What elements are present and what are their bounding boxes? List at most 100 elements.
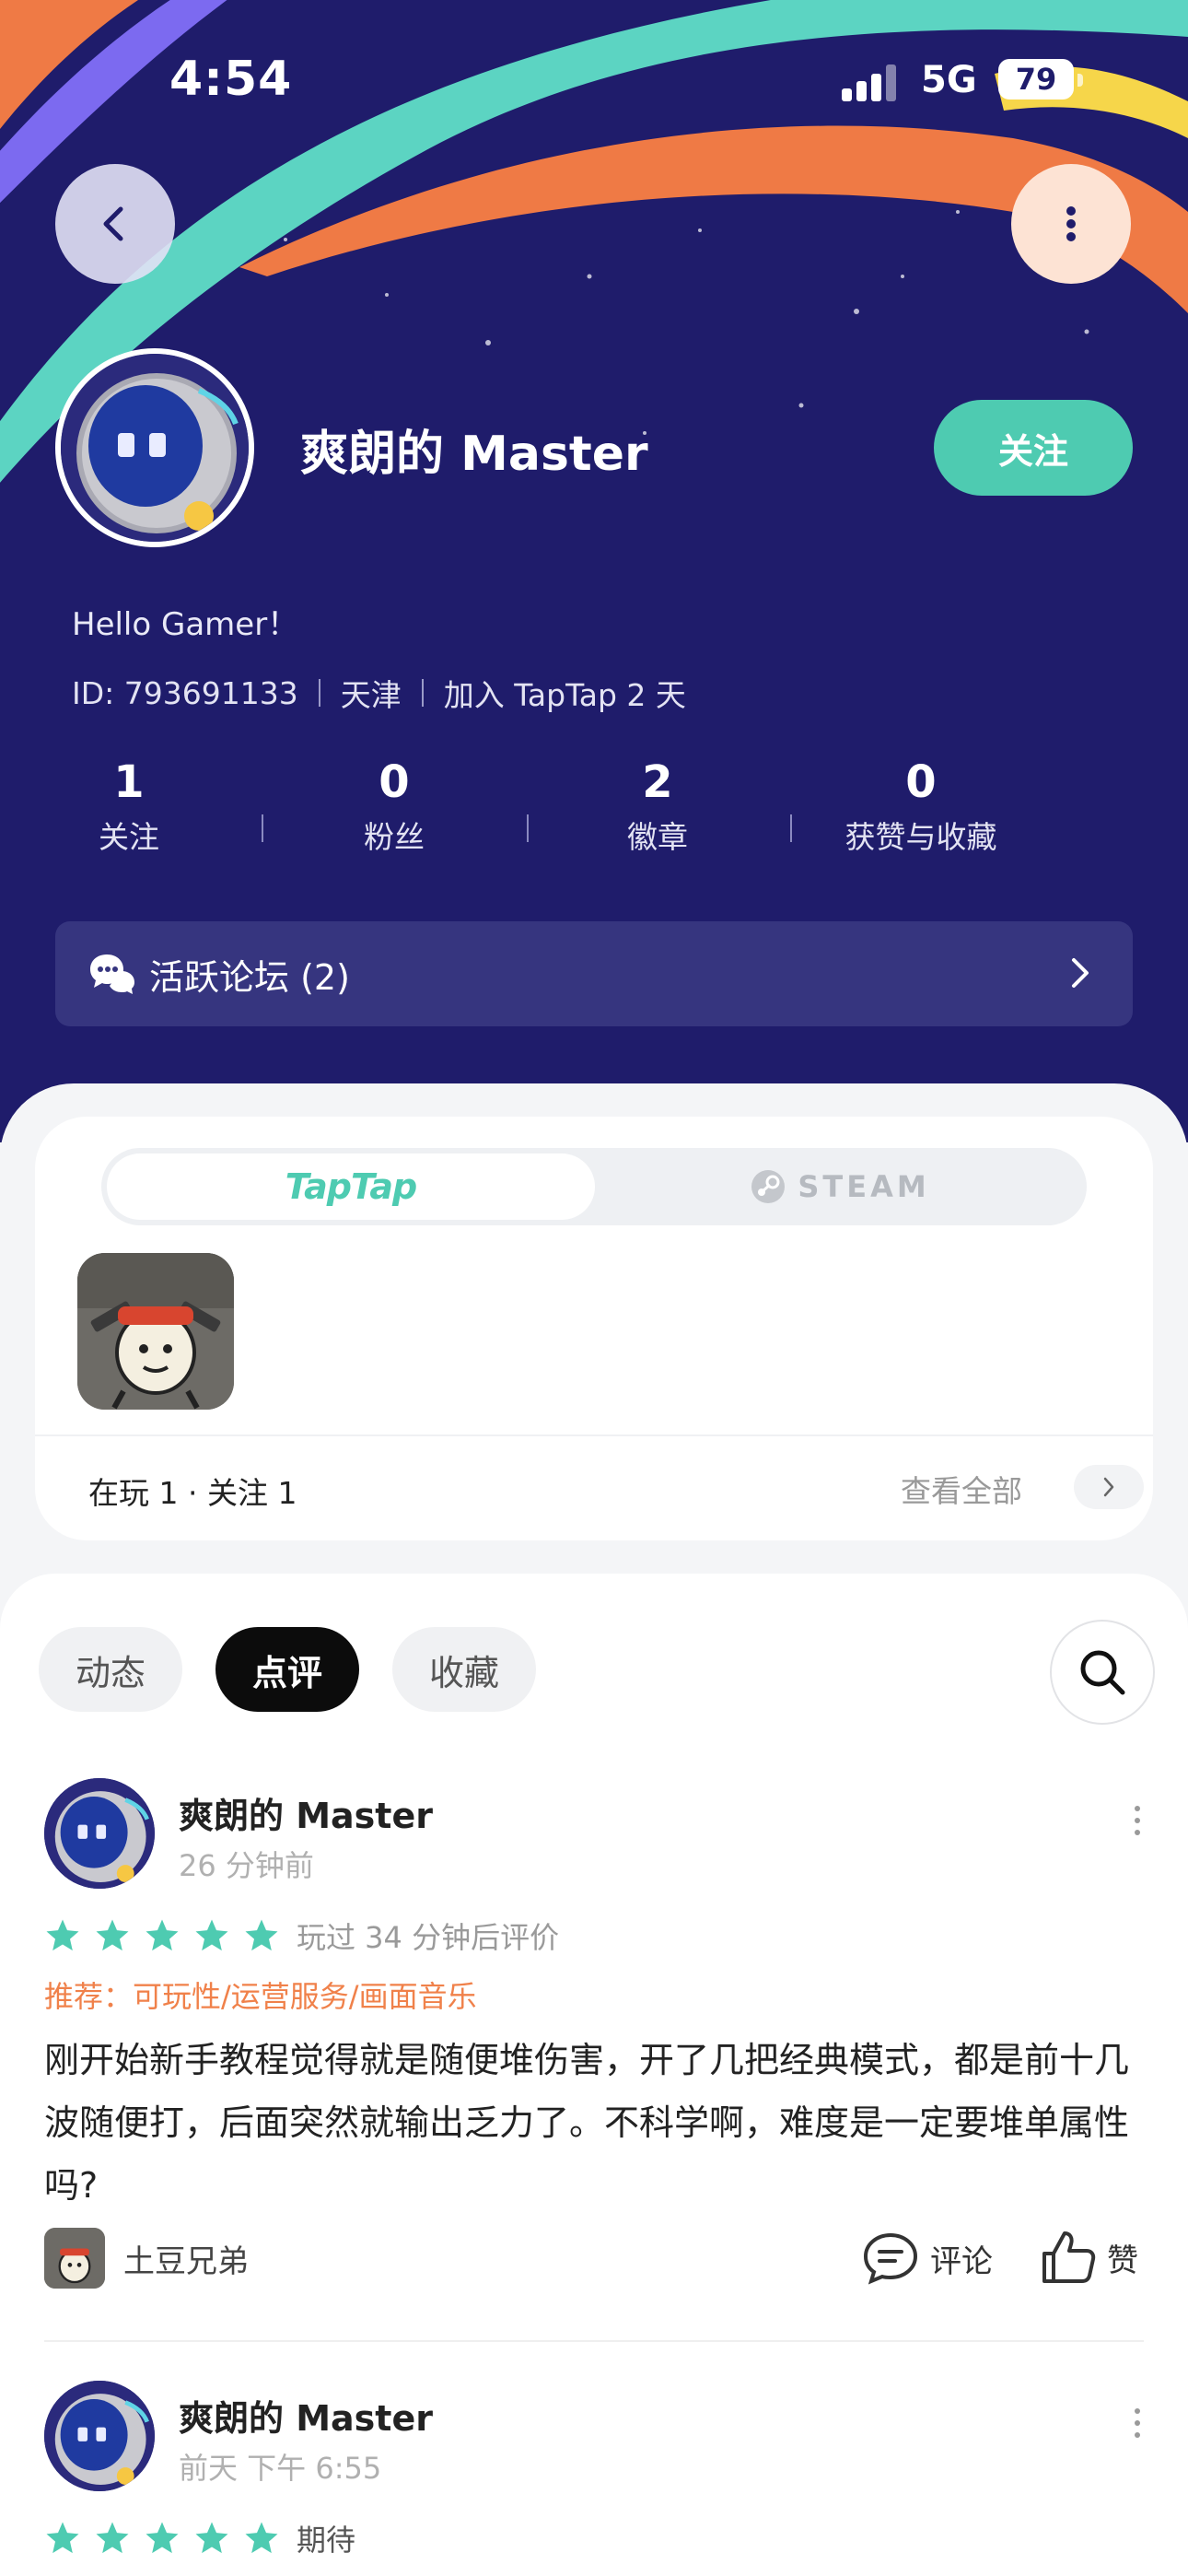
star-icon	[46, 1919, 79, 1951]
profile-username: 爽朗的 Master	[300, 427, 648, 482]
author-avatar[interactable]	[44, 1778, 155, 1889]
rating-stars: 期待	[44, 2517, 355, 2559]
status-bar: 4:54 5G 79	[0, 48, 1188, 122]
star-icon	[46, 2522, 79, 2554]
view-all-button[interactable]	[1074, 1465, 1144, 1509]
stat-label: 粉丝	[364, 819, 425, 855]
back-button[interactable]	[55, 164, 175, 284]
recommend-tags: 推荐：可玩性/运营服务/画面音乐	[44, 1979, 477, 2014]
stat-label: 关注	[99, 819, 159, 855]
forum-chat-icon	[90, 954, 134, 994]
game-name: 土豆兄弟	[123, 2242, 249, 2280]
author-name[interactable]: 爽朗的 Master	[179, 2390, 433, 2441]
comment-label: 评论	[930, 2242, 993, 2280]
profile-meta: ID: 793691133 天津 加入 TapTap 2 天	[72, 671, 686, 715]
more-options-button[interactable]	[1011, 164, 1131, 284]
star-icon	[245, 2522, 278, 2554]
game-icon-small	[44, 2228, 105, 2289]
stat-following[interactable]: 1 关注	[18, 754, 239, 857]
stat-divider	[527, 814, 529, 842]
games-summary: 在玩 1 · 关注 1	[88, 1475, 297, 1511]
steam-label: STEAM	[798, 1169, 930, 1204]
stat-followers[interactable]: 0 粉丝	[284, 754, 505, 857]
post-time: 前天 下午 6:55	[179, 2451, 382, 2486]
review-post: 爽朗的 Master 26 分钟前 玩过 34 分钟后评价 推荐：可玩性/运营服…	[0, 1778, 1188, 2289]
network-type: 5G	[921, 59, 977, 101]
chevron-left-icon	[103, 206, 123, 241]
card-divider	[35, 1434, 1153, 1436]
tab-reviews[interactable]: 点评	[215, 1627, 359, 1712]
follow-button[interactable]: 关注	[934, 400, 1133, 496]
stat-value: 0	[905, 756, 937, 808]
stat-divider	[790, 814, 792, 842]
star-icon	[146, 1919, 179, 1951]
robot-avatar-icon	[44, 1778, 155, 1889]
game-icon-brotato[interactable]	[77, 1253, 234, 1410]
review-game-tag[interactable]: 土豆兄弟	[44, 2228, 249, 2289]
thumbs-up-icon	[1042, 2231, 1096, 2283]
search-button[interactable]	[1050, 1620, 1155, 1725]
star-icon	[195, 2522, 228, 2554]
star-icon	[96, 2522, 129, 2554]
battery-icon	[1077, 74, 1083, 87]
stat-badges[interactable]: 2 徽章	[547, 754, 768, 857]
status-time: 4:54	[169, 52, 293, 107]
brotato-game-icon	[44, 2228, 105, 2289]
meta-divider	[421, 679, 424, 707]
stat-label: 徽章	[627, 819, 688, 855]
search-icon	[1080, 1650, 1125, 1695]
star-icon	[96, 1919, 129, 1951]
more-vertical-icon	[1066, 206, 1076, 241]
profile-bio: Hello Gamer！	[72, 606, 299, 643]
post-time: 26 分钟前	[179, 1848, 314, 1883]
battery-level: 79	[998, 59, 1074, 100]
comment-button[interactable]: 评论	[862, 2231, 993, 2285]
robot-avatar-icon	[44, 2381, 155, 2491]
author-avatar[interactable]	[44, 2381, 155, 2491]
rating-stars: 玩过 34 分钟后评价	[44, 1914, 559, 1957]
tab-favorites[interactable]: 收藏	[392, 1627, 536, 1712]
profile-avatar[interactable]	[55, 348, 254, 547]
robot-avatar-icon	[61, 354, 249, 542]
profile-joined: 加入 TapTap 2 天	[443, 677, 686, 713]
tab-activity[interactable]: 动态	[39, 1627, 182, 1712]
stat-divider	[262, 814, 263, 842]
steam-logo-icon	[751, 1170, 786, 1203]
profile-id: ID: 793691133	[72, 674, 298, 711]
tab-steam[interactable]: STEAM	[599, 1153, 1081, 1220]
profile-header: 4:54 5G 79 爽朗的 Master 关注 Hello Gamer！ ID…	[0, 0, 1188, 1142]
rating-note: 期待	[297, 2523, 356, 2558]
post-divider	[44, 2340, 1144, 2342]
star-icon	[195, 1919, 228, 1951]
meta-divider	[318, 679, 320, 707]
like-label: 赞	[1107, 2242, 1138, 2279]
chevron-right-icon	[1072, 958, 1089, 988]
author-name[interactable]: 爽朗的 Master	[179, 1787, 433, 1838]
profile-stats: 1 关注 0 粉丝 2 徽章 0 获赞与收藏	[0, 754, 1188, 855]
view-all-link[interactable]: 查看全部	[901, 1467, 1022, 1511]
post-menu-button[interactable]	[1135, 1806, 1142, 1842]
stat-value: 1	[113, 756, 145, 808]
star-icon	[245, 1919, 278, 1951]
stat-value: 2	[642, 756, 673, 808]
stat-value: 0	[379, 756, 410, 808]
stat-label: 获赞与收藏	[844, 819, 997, 855]
rating-note: 玩过 34 分钟后评价	[297, 1920, 560, 1955]
post-menu-button[interactable]	[1135, 2408, 1142, 2444]
profile-location: 天津	[340, 677, 402, 713]
forum-label: 活跃论坛 (2)	[149, 956, 350, 998]
feed-section: 动态 点评 收藏 爽朗的 Master 26 分钟前 玩过 34 分钟后评价 推…	[0, 1574, 1188, 2576]
active-forum-row[interactable]: 活跃论坛 (2)	[55, 921, 1133, 1026]
review-content[interactable]: 刚开始新手教程觉得就是随便堆伤害，开了几把经典模式，都是前十几波随便打，后面突然…	[44, 2029, 1149, 2217]
platform-tabs: TapTap STEAM	[101, 1148, 1087, 1225]
like-button[interactable]: 赞	[1041, 2230, 1138, 2285]
brotato-game-icon	[77, 1253, 234, 1410]
review-post: 爽朗的 Master 前天 下午 6:55 期待	[0, 2381, 1188, 2576]
cellular-signal-icon	[842, 64, 899, 101]
star-icon	[146, 2522, 179, 2554]
stat-likes[interactable]: 0 获赞与收藏	[810, 754, 1031, 857]
chevron-right-icon	[1103, 1477, 1114, 1497]
tab-taptap[interactable]: TapTap	[107, 1153, 595, 1220]
comment-icon	[863, 2232, 918, 2285]
games-card: TapTap STEAM 在玩 1 · 关注 1 查看全部	[35, 1117, 1153, 1540]
